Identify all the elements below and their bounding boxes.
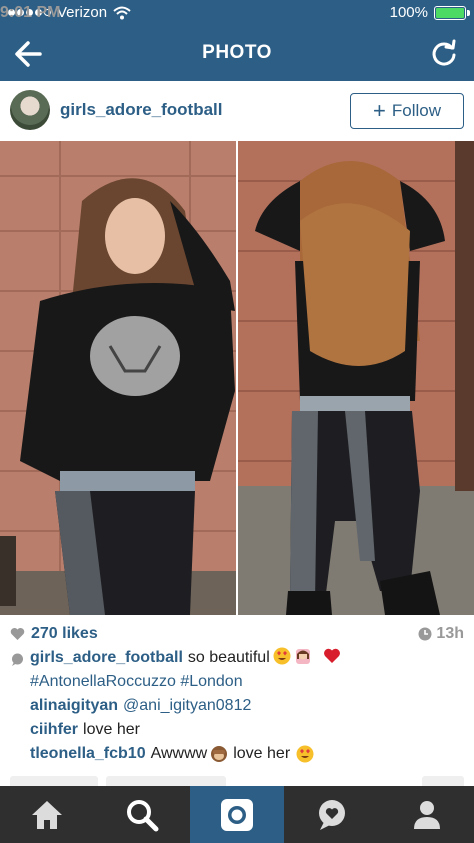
home-icon	[32, 800, 63, 829]
tab-search[interactable]	[95, 786, 190, 843]
refresh-button[interactable]	[424, 36, 464, 72]
comment-row: alinaigityan @ani_igityan0812	[10, 694, 464, 718]
comment-row: ciihfer love her	[10, 718, 464, 742]
comment-row: tleonella_fcb10 Awwww love her	[10, 742, 464, 766]
comment-icon	[12, 653, 23, 666]
photo-image	[0, 141, 474, 615]
top-bar: Verizon 9:01 PM 100% PHOTO	[0, 0, 474, 81]
tab-home[interactable]	[0, 786, 95, 843]
nav-bar: PHOTO	[0, 26, 474, 81]
comment-text: Awwww	[150, 745, 208, 762]
tab-camera[interactable]	[189, 786, 285, 843]
comment-text-2: love her	[233, 745, 291, 762]
status-bar: Verizon 9:01 PM 100%	[0, 0, 474, 26]
tab-bar	[0, 786, 474, 843]
heart-eyes-emoji-icon	[273, 647, 291, 665]
activity-icon	[318, 799, 345, 830]
heart-icon	[10, 628, 25, 640]
clock-icon	[418, 627, 432, 641]
red-heart-icon	[323, 648, 340, 663]
battery-icon	[434, 5, 470, 20]
comment-username[interactable]: alinaigityan	[30, 694, 118, 718]
profile-icon	[413, 800, 440, 829]
likes-label: 270 likes	[31, 625, 98, 642]
refresh-icon	[432, 39, 456, 66]
tab-profile[interactable]	[379, 786, 474, 843]
avatar[interactable]	[10, 90, 50, 130]
follow-button[interactable]: + Follow	[350, 93, 464, 129]
woman-emoji-icon	[295, 649, 310, 664]
post-age-label: 13h	[436, 625, 464, 642]
caption-text: so beautiful	[187, 649, 270, 666]
tab-activity[interactable]	[284, 786, 379, 843]
caption-hashtags[interactable]: #AntonellaRoccuzzo #London	[30, 673, 243, 690]
comment-text: love her	[83, 721, 140, 738]
page-title: PHOTO	[202, 42, 272, 63]
post-photo[interactable]	[0, 141, 474, 615]
comment-text[interactable]: @ani_igityan0812	[123, 694, 251, 718]
heart-eyes-emoji-icon	[296, 745, 314, 763]
caption: girls_adore_football so beautiful #Antone…	[10, 646, 464, 694]
search-icon	[127, 799, 159, 831]
post-username[interactable]: girls_adore_football	[60, 100, 222, 120]
caption-username[interactable]: girls_adore_football	[30, 649, 183, 666]
see-no-evil-monkey-emoji-icon	[211, 746, 228, 762]
battery-percent: 100%	[389, 4, 428, 21]
post-meta: 270 likes 13h girls_adore_football so bea…	[10, 622, 464, 766]
post-header: girls_adore_football + Follow	[0, 81, 474, 141]
follow-label: Follow	[391, 101, 441, 120]
camera-icon	[220, 798, 253, 831]
likes-count[interactable]: 270 likes	[10, 622, 98, 646]
plus-icon: +	[373, 98, 386, 123]
post-age: 13h	[418, 622, 464, 646]
comment-username[interactable]: tleonella_fcb10	[30, 742, 146, 766]
comment-username[interactable]: ciihfer	[30, 718, 78, 742]
